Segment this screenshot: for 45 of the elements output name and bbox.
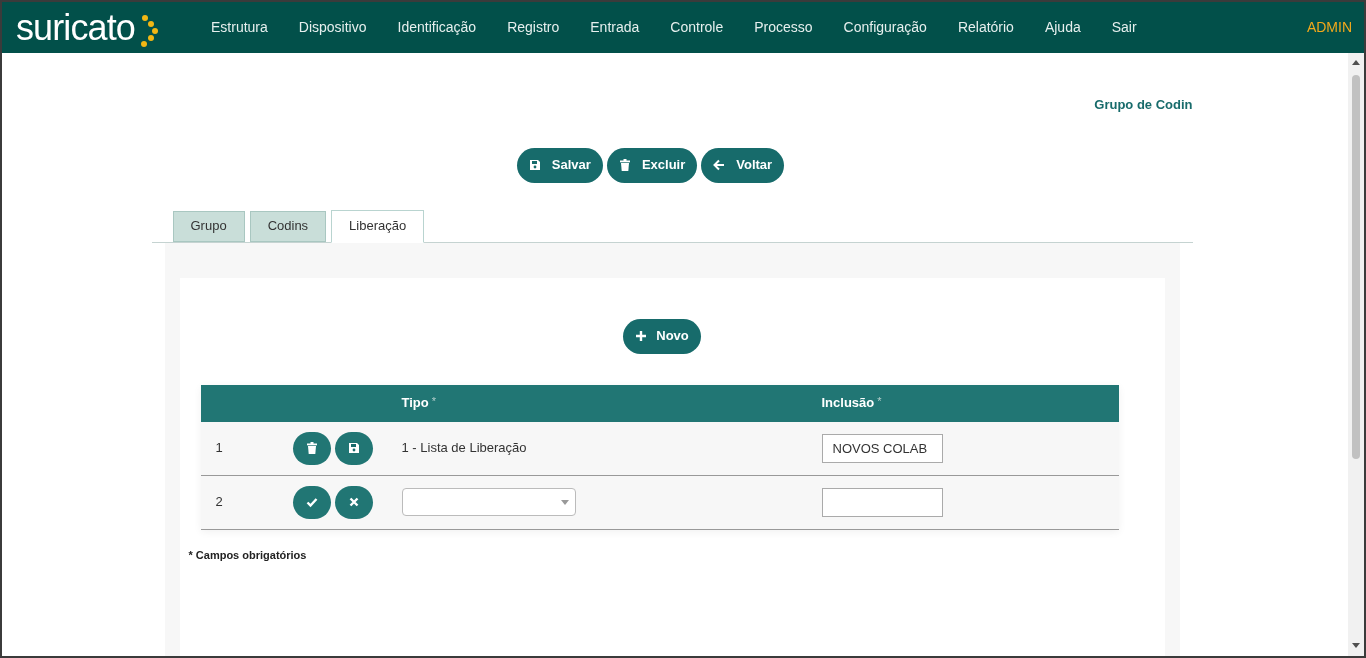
trash-icon	[618, 159, 631, 171]
required-asterisk: *	[877, 394, 882, 410]
tab[interactable]: Liberação	[331, 209, 425, 243]
required-fields-note: * Campos obrigatórios	[188, 548, 307, 561]
new-button[interactable]: Novo	[623, 318, 701, 354]
row-number: 2	[215, 494, 223, 510]
row-number: 1	[215, 440, 223, 456]
menu-item[interactable]: Processo	[754, 17, 813, 38]
save-button[interactable]	[334, 431, 373, 465]
scrollbar-thumb[interactable]	[1352, 75, 1360, 459]
left-arrow-icon	[713, 159, 726, 171]
checkmark-icon	[305, 496, 318, 508]
menu-item[interactable]: Entrada	[590, 17, 640, 38]
x-icon	[347, 496, 360, 508]
menu-item[interactable]: Controle	[670, 17, 724, 38]
tab[interactable]: Codins	[249, 210, 327, 242]
delete-button[interactable]	[292, 431, 331, 465]
column-header: Inclusão	[821, 394, 875, 413]
back-button[interactable]: Voltar	[701, 147, 785, 183]
dropdown-arrow-icon	[560, 499, 569, 505]
save-button[interactable]: Salvar	[516, 147, 603, 183]
inclusao-input-field[interactable]	[821, 487, 943, 517]
page-title: Grupo de Codin	[1094, 96, 1193, 114]
table-cell: 1 - Lista de Liberação	[401, 440, 527, 456]
inclusao-input-field[interactable]: NOVOS COLAB	[821, 433, 943, 463]
confirm-button[interactable]	[292, 485, 331, 519]
trash-icon	[305, 442, 318, 454]
cancel-button[interactable]	[334, 485, 373, 519]
scroll-up-arrow-icon[interactable]	[1352, 59, 1360, 65]
menu-item[interactable]: Configuração	[843, 17, 927, 38]
menu-item[interactable]: Relatório	[957, 17, 1014, 38]
menu-item[interactable]: Dispositivo	[298, 17, 367, 38]
brand-logo-text: suricato	[16, 9, 135, 46]
column-header: Tipo	[401, 394, 429, 413]
scroll-down-arrow-icon[interactable]	[1352, 643, 1360, 649]
required-asterisk: *	[431, 394, 436, 410]
menu-item[interactable]: Identificação	[397, 17, 477, 38]
user-name-link[interactable]: ADMIN	[1306, 17, 1352, 38]
tab[interactable]: Grupo	[172, 210, 245, 242]
menu-item[interactable]: Sair	[1111, 17, 1137, 38]
menu-item[interactable]: Estrutura	[211, 17, 268, 38]
menu-item[interactable]: Registro	[507, 17, 560, 38]
delete-button[interactable]: Excluir	[606, 147, 698, 183]
plus-icon	[635, 330, 648, 342]
menu-item[interactable]: Ajuda	[1044, 17, 1081, 38]
